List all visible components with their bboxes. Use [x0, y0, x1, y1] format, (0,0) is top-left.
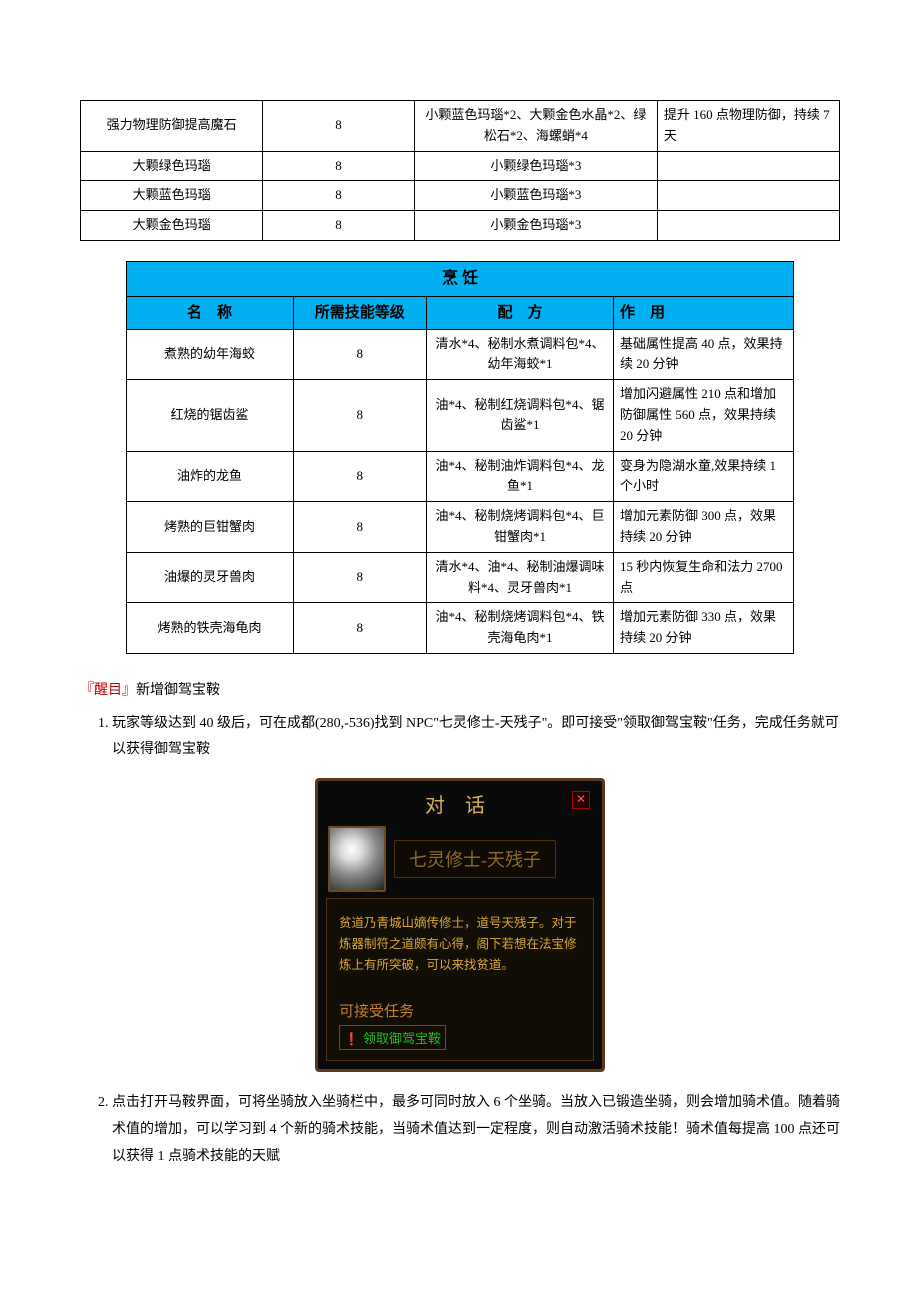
col-level: 所需技能等级	[293, 296, 427, 329]
recipe: 小颗绿色玛瑙*3	[414, 151, 657, 181]
task-section-label: 可接受任务	[339, 1000, 581, 1021]
npc-name: 七灵修士-天残子	[394, 840, 556, 878]
close-icon[interactable]: ✕	[572, 791, 590, 809]
effect: 变身为隐湖水童,效果持续 1 个小时	[614, 451, 794, 502]
skill-level: 8	[263, 151, 415, 181]
skill-level: 8	[263, 211, 415, 241]
table-row: 大颗绿色玛瑙 8 小颗绿色玛瑙*3	[81, 151, 840, 181]
npc-avatar	[328, 826, 386, 892]
effect: 15 秒内恢复生命和法力 2700 点	[614, 552, 794, 603]
list-item-1: 玩家等级达到 40 级后，可在成都(280,-536)找到 NPC"七灵修士-天…	[112, 711, 840, 764]
item-name: 大颗金色玛瑙	[81, 211, 263, 241]
table-row: 油爆的灵牙兽肉 8 清水*4、油*4、秘制油爆调味料*4、灵牙兽肉*1 15 秒…	[126, 552, 794, 603]
table-row: 红烧的锯齿鲨 8 油*4、秘制红烧调料包*4、锯齿鲨*1 增加闪避属性 210 …	[126, 380, 794, 451]
recipe: 小颗蓝色玛瑙*2、大颗金色水晶*2、绿松石*2、海螺蛸*4	[414, 101, 657, 152]
skill-level: 8	[293, 502, 427, 553]
skill-level: 8	[293, 380, 427, 451]
section-heading: 『醒目』新增御驾宝鞍 玩家等级达到 40 级后，可在成都(280,-536)找到…	[80, 678, 840, 764]
table-row: 强力物理防御提高魔石 8 小颗蓝色玛瑙*2、大颗金色水晶*2、绿松石*2、海螺蛸…	[81, 101, 840, 152]
skill-level: 8	[293, 329, 427, 380]
table-title-row: 烹 饪	[126, 261, 794, 296]
item-name: 红烧的锯齿鲨	[126, 380, 293, 451]
section-title: 新增御驾宝鞍	[136, 683, 220, 698]
col-recipe: 配 方	[427, 296, 614, 329]
recipe: 油*4、秘制油炸调料包*4、龙鱼*1	[427, 451, 614, 502]
table-row: 烤熟的巨钳蟹肉 8 油*4、秘制烧烤调料包*4、巨钳蟹肉*1 增加元素防御 30…	[126, 502, 794, 553]
skill-level: 8	[263, 101, 415, 152]
effect: 基础属性提高 40 点，效果持续 20 分钟	[614, 329, 794, 380]
col-effect: 作 用	[614, 296, 794, 329]
recipe: 油*4、秘制红烧调料包*4、锯齿鲨*1	[427, 380, 614, 451]
npc-dialog: 对话 ✕ 七灵修士-天残子 贫道乃青城山嫡传修士，道号天残子。对于炼器制符之道颇…	[315, 778, 605, 1073]
recipe: 清水*4、油*4、秘制油爆调味料*4、灵牙兽肉*1	[427, 552, 614, 603]
effect	[657, 181, 839, 211]
effect	[657, 211, 839, 241]
crafting-table-fragment: 强力物理防御提高魔石 8 小颗蓝色玛瑙*2、大颗金色水晶*2、绿松石*2、海螺蛸…	[80, 100, 840, 241]
recipe: 小颗金色玛瑙*3	[414, 211, 657, 241]
item-name: 大颗绿色玛瑙	[81, 151, 263, 181]
effect: 增加元素防御 330 点，效果持续 20 分钟	[614, 603, 794, 654]
col-name: 名 称	[126, 296, 293, 329]
table-row: 油炸的龙鱼 8 油*4、秘制油炸调料包*4、龙鱼*1 变身为隐湖水童,效果持续 …	[126, 451, 794, 502]
item-name: 油爆的灵牙兽肉	[126, 552, 293, 603]
effect: 增加闪避属性 210 点和增加防御属性 560 点，效果持续 20 分钟	[614, 380, 794, 451]
table-header-row: 名 称 所需技能等级 配 方 作 用	[126, 296, 794, 329]
dialog-text: 贫道乃青城山嫡传修士，道号天残子。对于炼器制符之道颇有心得，阁下若想在法宝修炼上…	[339, 913, 581, 977]
dialog-title: 对话	[425, 789, 505, 818]
list-item-2: 点击打开马鞍界面，可将坐骑放入坐骑栏中，最多可同时放入 6 个坐骑。当放入已锻造…	[112, 1090, 840, 1170]
recipe: 小颗蓝色玛瑙*3	[414, 181, 657, 211]
skill-level: 8	[293, 552, 427, 603]
recipe: 油*4、秘制烧烤调料包*4、巨钳蟹肉*1	[427, 502, 614, 553]
cooking-table: 烹 饪 名 称 所需技能等级 配 方 作 用 煮熟的幼年海蛟 8 清水*4、秘制…	[126, 261, 795, 654]
effect	[657, 151, 839, 181]
item-name: 烤熟的铁壳海龟肉	[126, 603, 293, 654]
skill-level: 8	[293, 451, 427, 502]
table-row: 烤熟的铁壳海龟肉 8 油*4、秘制烧烤调料包*4、铁壳海龟肉*1 增加元素防御 …	[126, 603, 794, 654]
recipe: 油*4、秘制烧烤调料包*4、铁壳海龟肉*1	[427, 603, 614, 654]
effect: 提升 160 点物理防御，持续 7 天	[657, 101, 839, 152]
table-row: 煮熟的幼年海蛟 8 清水*4、秘制水煮调料包*4、幼年海蛟*1 基础属性提高 4…	[126, 329, 794, 380]
task-link[interactable]: 领取御驾宝鞍	[339, 1025, 446, 1050]
table-row: 大颗蓝色玛瑙 8 小颗蓝色玛瑙*3	[81, 181, 840, 211]
skill-level: 8	[293, 603, 427, 654]
recipe: 清水*4、秘制水煮调料包*4、幼年海蛟*1	[427, 329, 614, 380]
table-title: 烹 饪	[126, 261, 794, 296]
item-name: 大颗蓝色玛瑙	[81, 181, 263, 211]
attention-label: 『醒目』	[80, 683, 136, 698]
item-name: 强力物理防御提高魔石	[81, 101, 263, 152]
skill-level: 8	[263, 181, 415, 211]
item-name: 烤熟的巨钳蟹肉	[126, 502, 293, 553]
effect: 增加元素防御 300 点，效果持续 20 分钟	[614, 502, 794, 553]
item-name: 油炸的龙鱼	[126, 451, 293, 502]
item-name: 煮熟的幼年海蛟	[126, 329, 293, 380]
table-row: 大颗金色玛瑙 8 小颗金色玛瑙*3	[81, 211, 840, 241]
